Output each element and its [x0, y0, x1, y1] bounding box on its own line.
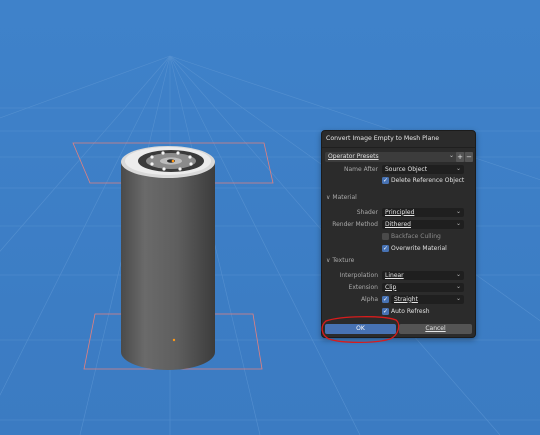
add-preset-button[interactable]: + [456, 152, 464, 162]
chevron-down-icon: ⌄ [455, 294, 461, 302]
overwrite-material-label: Overwrite Material [391, 245, 447, 252]
interpolation-dropdown[interactable]: Linear ⌄ [382, 271, 464, 280]
name-after-dropdown[interactable]: Source Object ⌄ [382, 165, 464, 174]
chevron-down-icon: ⌄ [455, 219, 461, 227]
cancel-button[interactable]: Cancel [399, 324, 472, 334]
remove-preset-button[interactable]: − [465, 152, 473, 162]
delete-reference-checkbox[interactable]: ✓ [382, 177, 389, 184]
material-section-header[interactable]: ∨ Material [326, 194, 357, 201]
auto-refresh-label: Auto Refresh [391, 308, 430, 315]
alpha-mode-dropdown[interactable]: Straight ⌄ [391, 295, 464, 304]
render-method-value: Dithered [385, 220, 411, 228]
shader-dropdown[interactable]: Principled ⌄ [382, 208, 464, 217]
alpha-mode-value: Straight [394, 295, 418, 303]
overwrite-material-checkbox[interactable]: ✓ [382, 245, 389, 252]
dialog-title: Convert Image Empty to Mesh Plane [326, 135, 440, 142]
render-method-dropdown[interactable]: Dithered ⌄ [382, 220, 464, 229]
collapse-arrow-icon: ∨ [326, 194, 331, 201]
cylinder-mesh[interactable] [121, 146, 215, 370]
name-after-value: Source Object [385, 165, 428, 173]
delete-reference-label: Delete Reference Object [391, 177, 465, 184]
cancel-button-label: Cancel [425, 325, 446, 332]
extension-dropdown[interactable]: Clip ⌄ [382, 283, 464, 292]
operator-presets-label: Operator Presets [328, 153, 379, 160]
chevron-down-icon: ⌄ [449, 152, 455, 159]
alpha-label: Alpha [360, 296, 378, 303]
interpolation-label: Interpolation [339, 272, 378, 279]
texture-section-label: Texture [332, 257, 355, 264]
extension-value: Clip [385, 283, 397, 291]
chevron-down-icon: ⌄ [455, 270, 461, 278]
dialog-divider [322, 147, 475, 148]
extension-label: Extension [348, 284, 378, 291]
chevron-down-icon: ⌄ [455, 207, 461, 215]
backface-culling-label: Backface Culling [391, 233, 441, 240]
ok-button[interactable]: OK [325, 324, 396, 334]
operator-presets-dropdown[interactable]: Operator Presets ⌄ + − [325, 152, 473, 162]
interpolation-value: Linear [385, 271, 404, 279]
collapse-arrow-icon: ∨ [326, 257, 331, 264]
name-after-label: Name After [343, 166, 378, 173]
backface-culling-checkbox[interactable] [382, 233, 389, 240]
render-method-label: Render Method [332, 221, 378, 228]
chevron-down-icon: ⌄ [455, 164, 461, 172]
chevron-down-icon: ⌄ [455, 282, 461, 290]
shader-value: Principled [385, 208, 415, 216]
alpha-checkbox[interactable]: ✓ [382, 296, 389, 303]
texture-section-header[interactable]: ∨ Texture [326, 257, 354, 264]
material-section-label: Material [332, 194, 357, 201]
auto-refresh-checkbox[interactable]: ✓ [382, 308, 389, 315]
shader-label: Shader [356, 209, 378, 216]
